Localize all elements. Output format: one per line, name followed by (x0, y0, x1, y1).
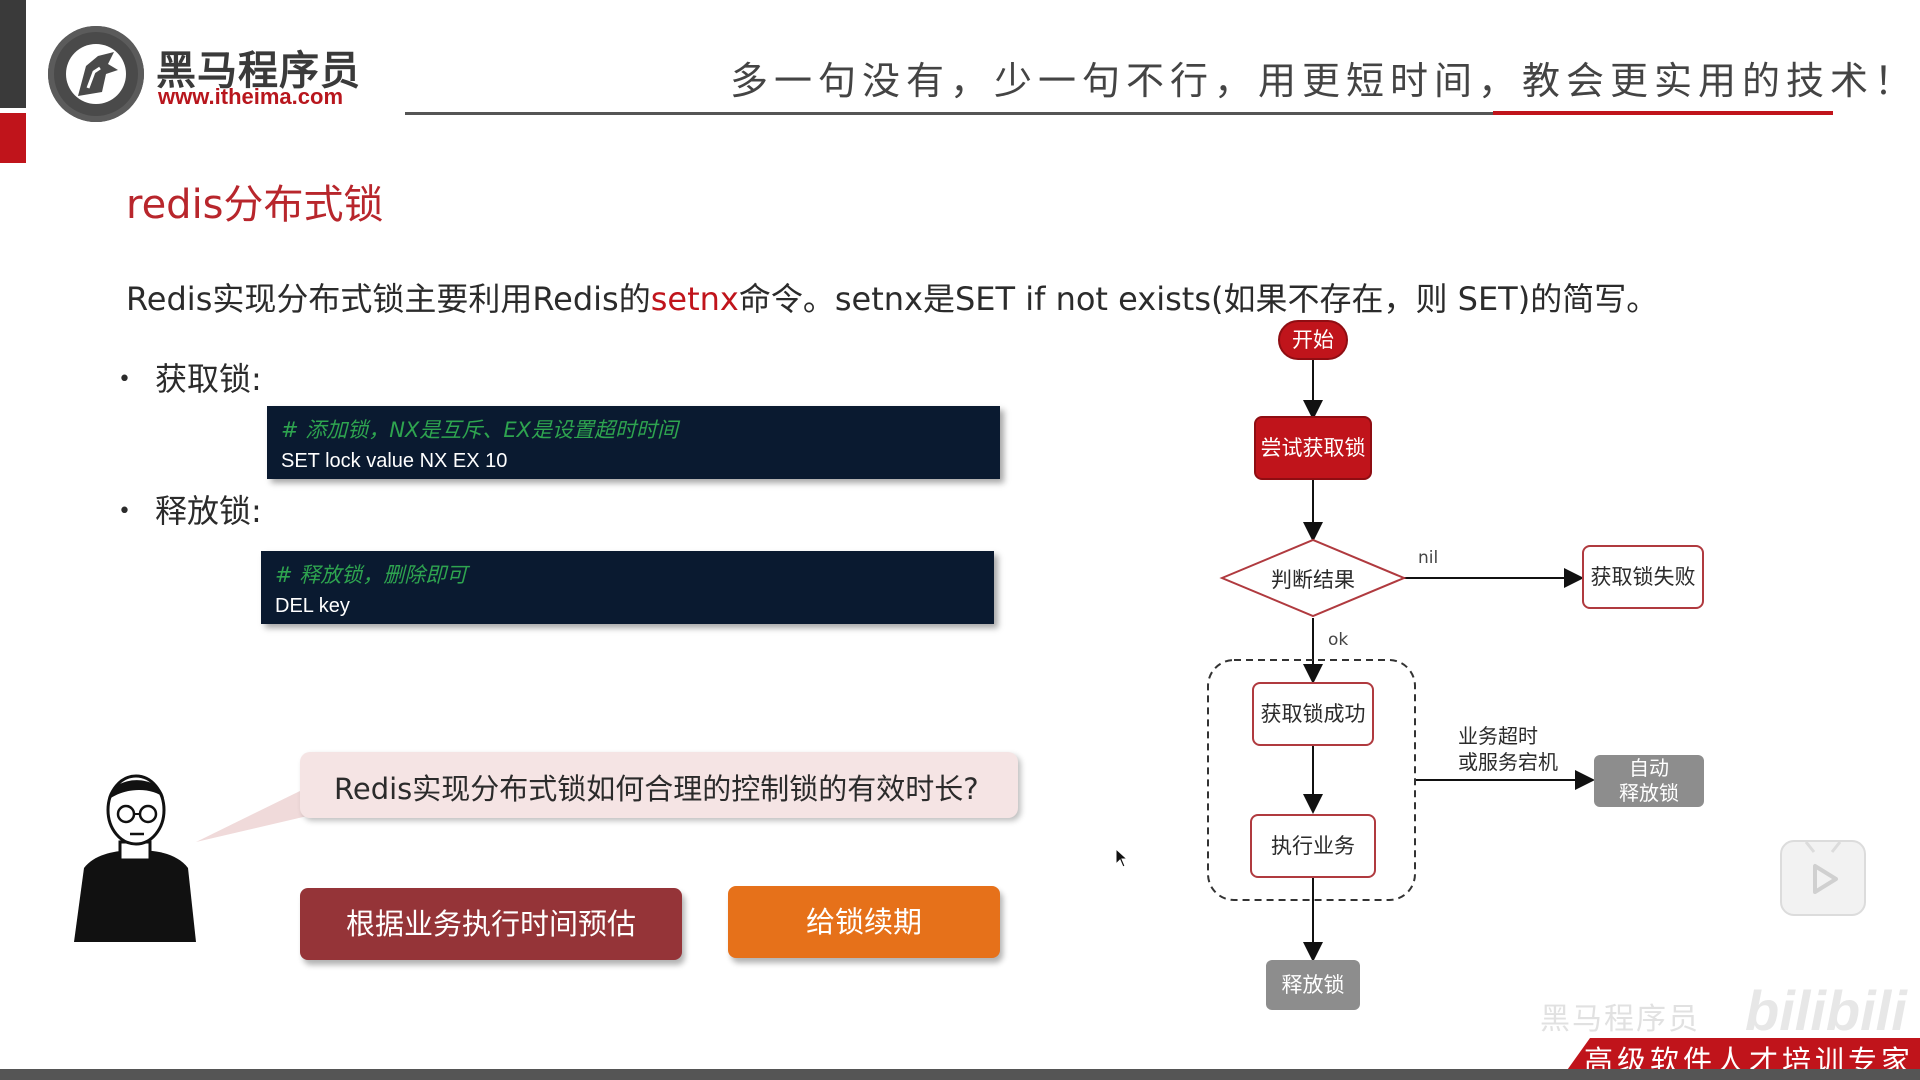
header-divider-accent (1493, 111, 1833, 115)
flow-start-node: 开始 (1278, 320, 1348, 360)
left-edge-accent (0, 113, 26, 163)
acquire-code-block: # 添加锁，NX是互斥、EX是设置超时时间 SET lock value NX … (267, 406, 1000, 479)
bilibili-play-button[interactable] (1780, 840, 1866, 916)
flow-try-acquire-node: 尝试获取锁 (1254, 416, 1372, 480)
bullet-dot-icon: • (118, 367, 131, 392)
flow-fail-node: 获取锁失败 (1582, 545, 1704, 609)
bullet-acquire-label: 获取锁: (154, 360, 262, 398)
flow-auto-release-node: 自动 释放锁 (1594, 755, 1704, 807)
release-code-command: DEL key (275, 595, 350, 617)
left-edge-bar (0, 0, 26, 108)
question-text: Redis实现分布式锁如何合理的控制锁的有效时长? (334, 772, 979, 806)
estimate-time-button[interactable]: 根据业务执行时间预估 (300, 888, 682, 960)
watermark-bilibili-logo: bilibili (1745, 979, 1907, 1042)
watermark-text: 黑马程序员 (1540, 1002, 1700, 1037)
bullet-release: • 释放锁: (118, 486, 262, 532)
mouse-cursor-icon (1115, 848, 1129, 868)
footer-bar (0, 1069, 1920, 1080)
flow-auto-release-line1: 自动 (1629, 756, 1669, 780)
release-code-block: # 释放锁，删除即可 DEL key (261, 551, 994, 624)
acquire-code-command: SET lock value NX EX 10 (281, 450, 508, 472)
flow-auto-release-line2: 释放锁 (1619, 781, 1679, 805)
flow-success-node: 获取锁成功 (1252, 682, 1374, 746)
play-icon (1804, 841, 1842, 894)
bullet-release-label: 释放锁: (154, 492, 262, 530)
thinking-person-icon (74, 774, 196, 942)
flow-ok-label: ok (1328, 630, 1349, 650)
bullet-dot-icon: • (118, 499, 131, 524)
release-code-comment: # 释放锁，删除即可 (275, 563, 468, 587)
flow-execute-node: 执行业务 (1250, 814, 1376, 878)
flow-timeout-line1: 业务超时 (1458, 724, 1538, 748)
flow-timeout-label: 业务超时 或服务宕机 (1458, 723, 1558, 775)
brand-logo-icon (48, 26, 144, 122)
intro-text-part1: Redis实现分布式锁主要利用Redis的 (126, 280, 651, 318)
flow-timeout-line2: 或服务宕机 (1458, 750, 1558, 774)
flow-judge-node: 判断结果 (1271, 568, 1355, 592)
setnx-highlight: setnx (650, 280, 739, 318)
bullet-acquire: • 获取锁: (118, 354, 262, 400)
header-divider (405, 112, 1493, 115)
flow-release-node: 释放锁 (1266, 960, 1360, 1010)
flow-nil-label: nil (1418, 548, 1439, 568)
bubble-tail (196, 790, 316, 842)
acquire-code-comment: # 添加锁，NX是互斥、EX是设置超时时间 (281, 418, 679, 442)
flowchart-connectors (1207, 358, 1595, 962)
header-slogan: 多一句没有，少一句不行，用更短时间，教会更实用的技术！ (730, 59, 1919, 103)
slide-title: redis分布式锁 (126, 182, 384, 228)
brand-url: www.itheima.com (158, 84, 344, 109)
renew-lock-button[interactable]: 给锁续期 (728, 886, 1000, 958)
